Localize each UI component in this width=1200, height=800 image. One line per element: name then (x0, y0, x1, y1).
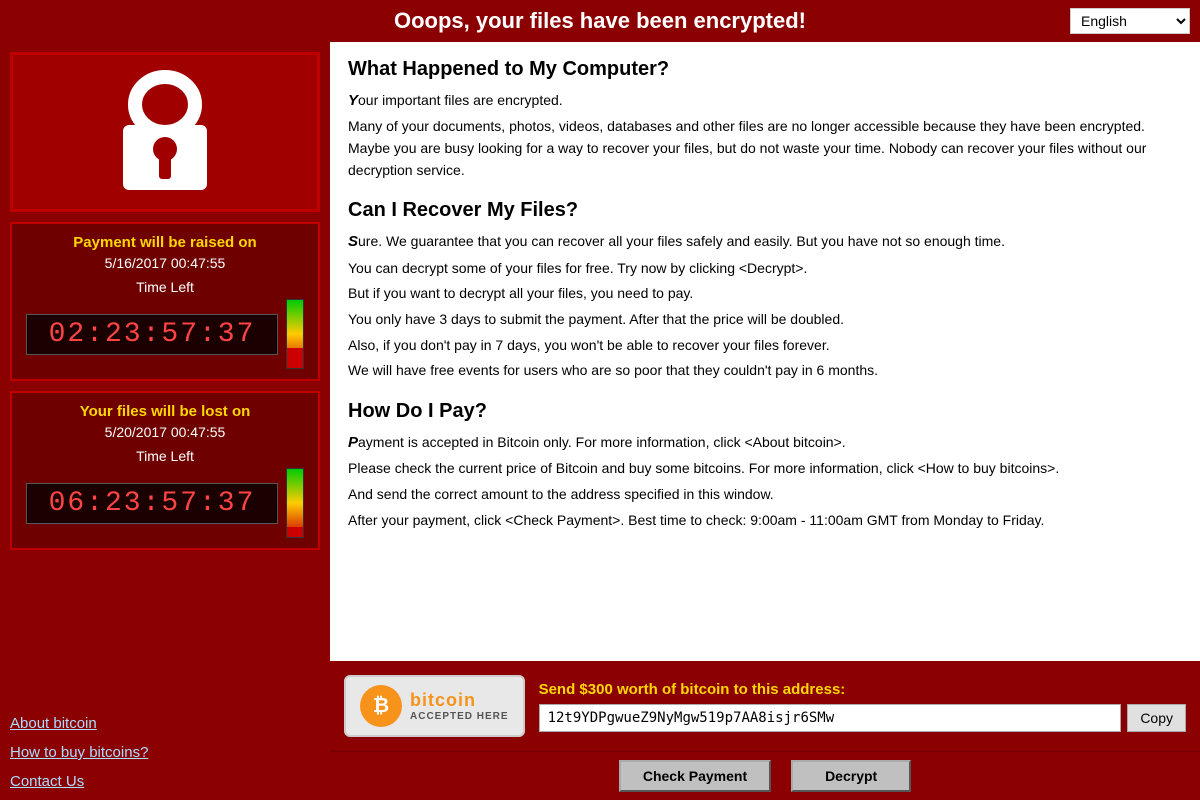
timer1-bar (286, 299, 304, 369)
section3-para4: After your payment, click <Check Payment… (348, 510, 1182, 532)
lock-area (10, 52, 320, 212)
section2-first-letter: S (348, 233, 358, 250)
accepted-here-text: ACCEPTED HERE (410, 711, 509, 722)
bitcoin-badge: ₿ bitcoin ACCEPTED HERE (344, 675, 525, 737)
main-body: Payment will be raised on 5/16/2017 00:4… (0, 42, 1200, 800)
timer2-bar (286, 468, 304, 538)
section2-para2: You can decrypt some of your files for f… (348, 258, 1182, 280)
timer1-bar-indicator (287, 348, 303, 368)
section2-heading: Can I Recover My Files? (348, 199, 1182, 222)
section-can-recover: Can I Recover My Files? Sure. We guarant… (348, 199, 1182, 382)
language-selector-wrap[interactable]: English (1070, 8, 1190, 34)
about-bitcoin-link[interactable]: About bitcoin (10, 715, 320, 732)
timer1-date: 5/16/2017 00:47:55 (26, 255, 304, 271)
section1-heading: What Happened to My Computer? (348, 58, 1182, 81)
language-select[interactable]: English (1070, 8, 1190, 34)
section2-para4: You only have 3 days to submit the payme… (348, 309, 1182, 331)
timer2-label: Your files will be lost on (26, 403, 304, 420)
timer1-time-left-label: Time Left (26, 279, 304, 295)
bitcoin-logo-circle: ₿ (360, 685, 402, 727)
section3-para1: Payment is accepted in Bitcoin only. For… (348, 431, 1182, 454)
lock-icon (115, 67, 215, 197)
timer2-time-left-label: Time Left (26, 448, 304, 464)
left-panel: Payment will be raised on 5/16/2017 00:4… (0, 42, 330, 800)
section-how-to-pay: How Do I Pay? Payment is accepted in Bit… (348, 400, 1182, 531)
section1-para2: Many of your documents, photos, videos, … (348, 116, 1182, 181)
section3-first-letter: P (348, 434, 358, 451)
timer-box-payment: Payment will be raised on 5/16/2017 00:4… (10, 222, 320, 381)
bitcoin-word: bitcoin (410, 690, 509, 711)
contact-us-link[interactable]: Contact Us (10, 773, 320, 790)
check-payment-button[interactable]: Check Payment (619, 760, 771, 792)
section2-para3: But if you want to decrypt all your file… (348, 283, 1182, 305)
timer2-inner: 06:23:57:37 (26, 468, 304, 538)
decrypt-button[interactable]: Decrypt (791, 760, 911, 792)
payment-instruction: Send $300 worth of bitcoin to this addre… (539, 681, 1186, 698)
how-to-buy-link[interactable]: How to buy bitcoins? (10, 744, 320, 761)
timer1-label: Payment will be raised on (26, 234, 304, 251)
section-what-happened: What Happened to My Computer? Your impor… (348, 58, 1182, 181)
section3-heading: How Do I Pay? (348, 400, 1182, 423)
copy-button[interactable]: Copy (1127, 704, 1186, 732)
section1-para1: Your important files are encrypted. (348, 89, 1182, 112)
left-links: About bitcoin How to buy bitcoins? Conta… (10, 705, 320, 790)
payment-right: Send $300 worth of bitcoin to this addre… (539, 681, 1186, 732)
timer2-bar-indicator (287, 527, 303, 537)
section3-para2: Please check the current price of Bitcoi… (348, 458, 1182, 480)
timer2-date: 5/20/2017 00:47:55 (26, 424, 304, 440)
bitcoin-text: bitcoin ACCEPTED HERE (410, 690, 509, 722)
section2-para5: Also, if you don't pay in 7 days, you wo… (348, 335, 1182, 357)
section1-first-letter: Y (348, 92, 358, 109)
content-scroll-area[interactable]: What Happened to My Computer? Your impor… (330, 42, 1200, 661)
section2-para6: We will have free events for users who a… (348, 360, 1182, 382)
address-row: Copy (539, 704, 1186, 732)
btc-address-input[interactable] (539, 704, 1122, 732)
action-buttons-bar: Check Payment Decrypt (330, 751, 1200, 800)
timer-box-lost: Your files will be lost on 5/20/2017 00:… (10, 391, 320, 550)
payment-area: ₿ bitcoin ACCEPTED HERE Send $300 worth … (330, 661, 1200, 751)
section2-para1: Sure. We guarantee that you can recover … (348, 230, 1182, 253)
timer1-digits: 02:23:57:37 (26, 314, 278, 355)
page-title: Ooops, your files have been encrypted! (394, 8, 806, 34)
timer1-inner: 02:23:57:37 (26, 299, 304, 369)
header: Ooops, your files have been encrypted! E… (0, 0, 1200, 42)
section3-para3: And send the correct amount to the addre… (348, 484, 1182, 506)
timer2-digits: 06:23:57:37 (26, 483, 278, 524)
right-panel: What Happened to My Computer? Your impor… (330, 42, 1200, 800)
